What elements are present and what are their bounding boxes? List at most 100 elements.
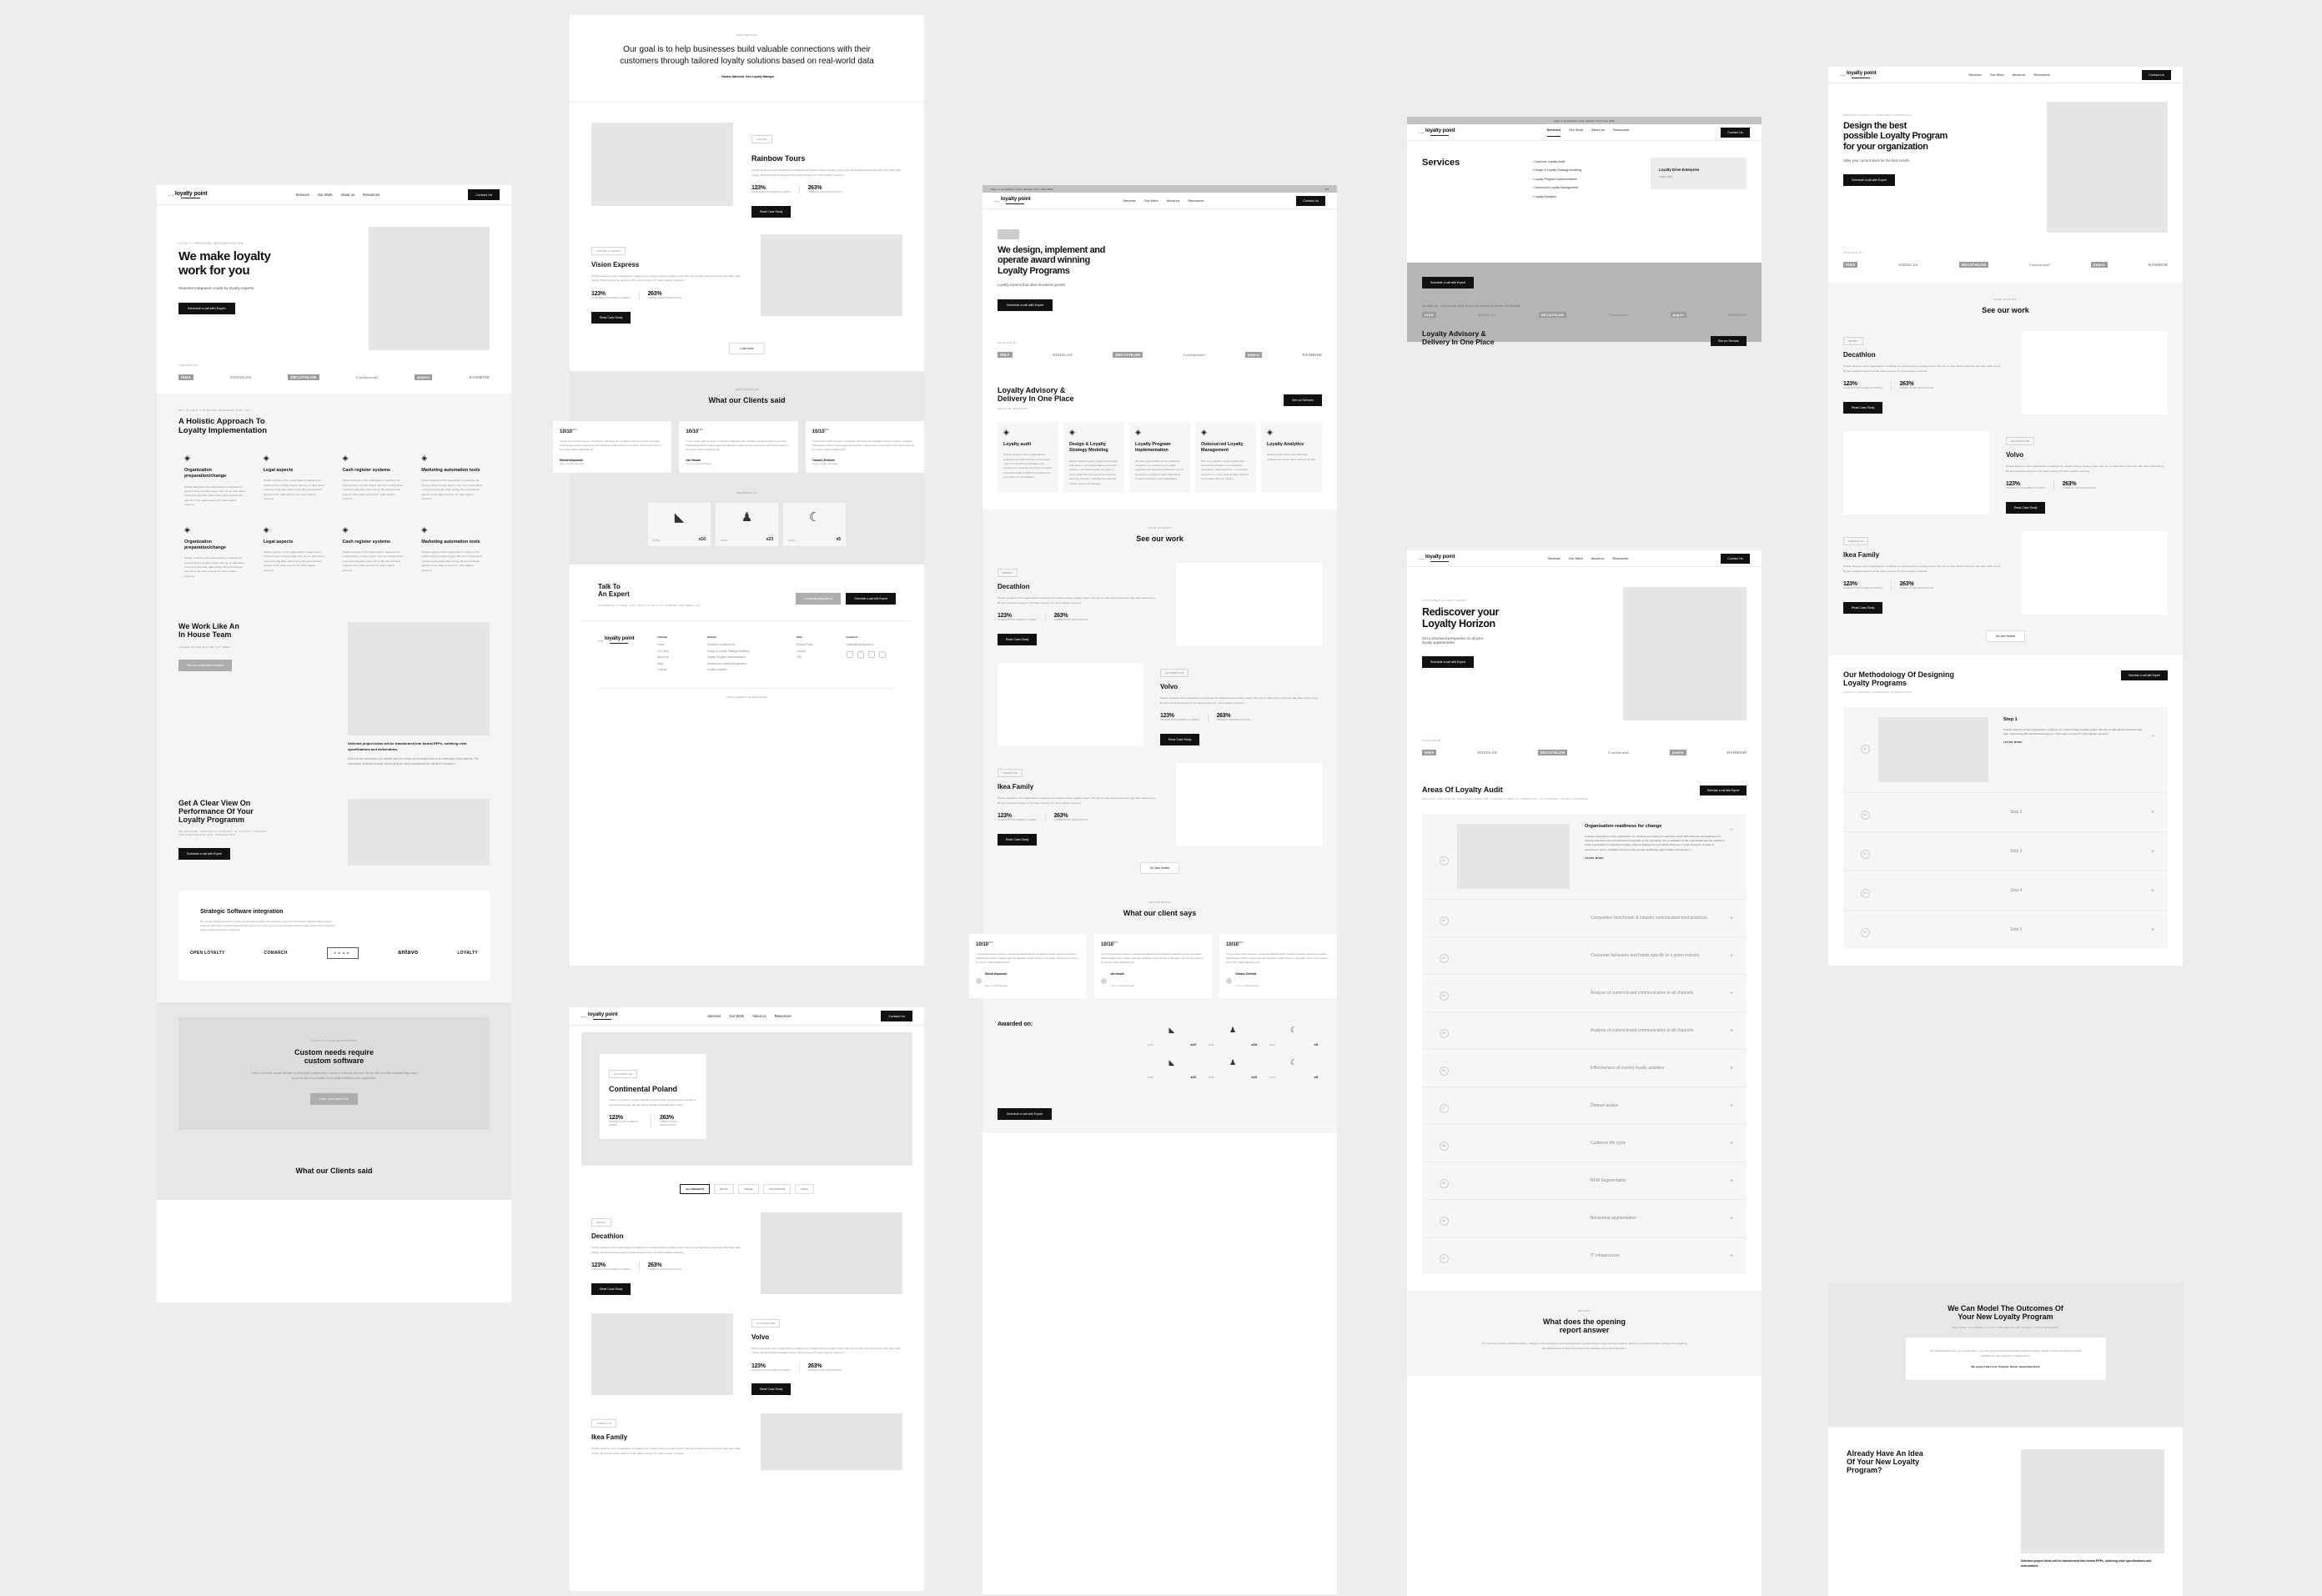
accordion-item[interactable]: 02 Competition benchmark & industry comu… xyxy=(1422,900,1747,937)
nav-link-services[interactable]: Services xyxy=(1968,73,1981,77)
footer-logo[interactable]: ⌐¬ loyalty point xyxy=(598,636,657,644)
menu-item-design-strategy[interactable]: › Design & Loyalty Strategy Modeling xyxy=(1532,166,1632,174)
footer-link[interactable]: Careers xyxy=(797,650,847,653)
footer-link[interactable]: Home xyxy=(657,643,707,646)
filter-automotive[interactable]: AUTOMOTIVE xyxy=(763,1184,792,1194)
nav-links[interactable]: Services Our Work About us Resources xyxy=(618,1014,882,1018)
accordion-collapse-icon[interactable]: − xyxy=(1725,824,1738,833)
navbar[interactable]: ⌐¬ loyalty point Services Our Work About… xyxy=(1828,67,2183,83)
menu-items[interactable]: › Customer Loyalty Audit › Design & Loya… xyxy=(1532,158,1632,201)
read-case-study-button[interactable]: Read Case Study xyxy=(1160,733,1200,745)
accordion-expand-icon[interactable]: + xyxy=(1725,916,1738,921)
service-card[interactable]: ◈ Legal aspects Holistic analysis of the o… xyxy=(257,519,332,586)
contact-us-button[interactable]: Contact Us xyxy=(2142,69,2171,80)
nav-link-our-work[interactable]: Our Work xyxy=(1144,198,1158,203)
instagram-icon[interactable] xyxy=(878,651,886,659)
read-case-study-button[interactable]: Read Case Study xyxy=(1843,601,1883,614)
announcement-bar[interactable]: Meet us at InfoShare event, Gdansk, 15-1… xyxy=(983,185,1337,193)
filter-fmcg[interactable]: FMCG xyxy=(795,1184,814,1194)
nav-link-services[interactable]: Services xyxy=(1546,128,1561,137)
nav-links[interactable]: Services Our Work About us Resources xyxy=(1455,556,1721,560)
navbar[interactable]: ⌐¬ loyalty point Services Our Work About… xyxy=(1407,124,1762,141)
nav-links[interactable]: Services Our Work About us Resources xyxy=(1455,128,1721,137)
service-card[interactable]: ◈ Cash register systems Holistic analysis … xyxy=(336,519,411,586)
nav-links[interactable]: Services Our Work About us Resources xyxy=(207,193,468,197)
filter-retail[interactable]: RETAIL xyxy=(714,1184,735,1194)
nav-link-resources[interactable]: Resources xyxy=(1613,128,1629,137)
footer-link[interactable]: LDE xyxy=(797,655,847,659)
project-filters[interactable]: ALL PROJECTS RETAIL TRAVEL AUTOMOTIVE FM… xyxy=(581,1184,912,1194)
footer-link[interactable]: Outsourced Loyalty Management xyxy=(707,662,797,665)
accordion-item[interactable]: 08 Customer life cycle + xyxy=(1422,1125,1747,1162)
accordion-item[interactable]: 05 Step 5 + xyxy=(1843,911,2168,949)
read-case-study-button[interactable]: Read Case Study xyxy=(591,1282,631,1295)
footer-link[interactable]: Loyalty Program Implementation xyxy=(707,655,797,659)
read-case-study-button[interactable]: Read Case Study xyxy=(591,311,631,324)
schedule-call-button[interactable]: Schedule a call with Expert xyxy=(1699,785,1747,795)
service-card[interactable]: ◈ Legal aspects Holistic analysis of the o… xyxy=(257,448,332,514)
linkedin-icon[interactable] xyxy=(857,651,864,659)
nav-link-our-work[interactable]: Our Work xyxy=(729,1014,744,1018)
nav-link-about-us[interactable]: About us xyxy=(1591,128,1605,137)
promo-link[interactable]: Learn more xyxy=(1659,175,1738,178)
nav-links[interactable]: Services Our Work About us Resources xyxy=(1031,198,1297,203)
nav-link-resources[interactable]: Resources xyxy=(1612,556,1628,560)
see-services-button[interactable]: See our Services xyxy=(1710,336,1747,346)
learn-lde-button[interactable]: Learn more about LDE xyxy=(309,1093,359,1106)
contact-us-button[interactable]: Contact Us xyxy=(468,189,500,200)
schedule-call-button[interactable]: Schedule a call with Expert xyxy=(178,302,235,314)
service-card[interactable]: ◈ Loyalty Program Implementation We take r… xyxy=(1129,421,1190,493)
accordion-expand-icon[interactable]: + xyxy=(1725,991,1738,996)
schedule-call-button[interactable]: Schedule a call with Expert xyxy=(1843,173,1896,186)
menu-item-program-implementation[interactable]: › Loyalty Program Implementation xyxy=(1532,175,1632,183)
methodology-accordion[interactable]: 01 Step 1 Holistic analysis of the organ… xyxy=(1843,707,2168,949)
footer-link[interactable]: Blog xyxy=(657,662,707,665)
accordion-expand-icon[interactable]: + xyxy=(1725,1103,1738,1109)
contact-us-button[interactable]: Contact Us xyxy=(1721,127,1750,138)
read-case-study-button[interactable]: Read Case Study xyxy=(2006,501,2046,514)
service-card[interactable]: ◈ Marketing automation tools Holistic anal… xyxy=(415,519,490,586)
schedule-call-button[interactable]: Schedule a call with Expert xyxy=(846,593,896,605)
menu-item-customer-loyalty-audit[interactable]: › Customer Loyalty Audit xyxy=(1532,158,1632,166)
contact-us-button[interactable]: Contact Us xyxy=(1296,195,1325,206)
nav-link-our-work[interactable]: Our Work xyxy=(1569,556,1583,560)
logo[interactable]: ⌐¬ loyalty point xyxy=(168,191,208,198)
nav-link-resources[interactable]: Resources xyxy=(775,1014,792,1018)
menu-promo-card[interactable]: Loyalty Drive Enterprise Learn more xyxy=(1651,158,1747,189)
accordion-expand-icon[interactable]: + xyxy=(1725,1066,1738,1072)
nav-link-about-us[interactable]: About us xyxy=(752,1014,766,1018)
schedule-call-button[interactable]: Schedule a call with Expert xyxy=(998,1107,1053,1120)
footer-link[interactable]: Our Work xyxy=(657,650,707,653)
nav-link-our-work[interactable]: Our Work xyxy=(1990,73,2004,77)
accordion-expand-icon[interactable]: + xyxy=(1725,1178,1738,1184)
contact-us-button[interactable]: Contact Us xyxy=(1721,553,1750,564)
learn-more-link[interactable]: LEARN MORE xyxy=(2003,741,2146,745)
read-case-study-button[interactable]: Read Case Study xyxy=(998,633,1038,645)
accordion-expand-icon[interactable]: + xyxy=(2146,849,2159,855)
navbar[interactable]: ⌐¬ loyalty point Services Our Work About… xyxy=(983,193,1337,209)
menu-item-loyalty-analytics[interactable]: › Loyalty Analytics xyxy=(1532,193,1632,201)
nav-link-services[interactable]: Services xyxy=(1547,556,1560,560)
youtube-icon[interactable] xyxy=(867,651,875,659)
email-button[interactable]: contact@loyaltypoint.pl xyxy=(796,593,842,605)
nav-link-resources[interactable]: Resources xyxy=(2033,73,2049,77)
accordion-item[interactable]: 06 Effectiveness of current loyalty acti… xyxy=(1422,1050,1747,1087)
footer-link[interactable]: Customer Loyalty Audit xyxy=(707,643,797,646)
nav-link-about-us[interactable]: About us xyxy=(2013,73,2026,77)
schedule-call-button[interactable]: Schedule a call with Expert xyxy=(998,299,1053,311)
accordion-item[interactable]: 07 Dataset analys + xyxy=(1422,1087,1747,1125)
accordion-expand-icon[interactable]: + xyxy=(2146,810,2159,816)
nav-link-about-us[interactable]: About us xyxy=(341,193,355,197)
schedule-call-button[interactable]: Schedule a call with Expert xyxy=(1422,656,1475,668)
logo[interactable]: ⌐¬ loyalty point xyxy=(1419,555,1455,562)
accordion-expand-icon[interactable]: + xyxy=(1725,1028,1738,1034)
nav-links[interactable]: Services Our Work About us Resources xyxy=(1877,73,2143,77)
logo[interactable]: ⌐¬ loyalty point xyxy=(581,1012,618,1020)
facebook-icon[interactable] xyxy=(846,651,853,659)
filter-all-projects[interactable]: ALL PROJECTS xyxy=(680,1184,711,1194)
nav-link-resources[interactable]: Resources xyxy=(363,193,379,197)
nav-link-about-us[interactable]: About us xyxy=(1591,556,1605,560)
read-case-study-button[interactable]: Read Case Study xyxy=(998,833,1038,846)
accordion-item[interactable]: 01 Step 1 Holistic analysis of the organ… xyxy=(1843,707,2168,793)
logo[interactable]: ⌐¬ loyalty point xyxy=(1840,71,1877,78)
